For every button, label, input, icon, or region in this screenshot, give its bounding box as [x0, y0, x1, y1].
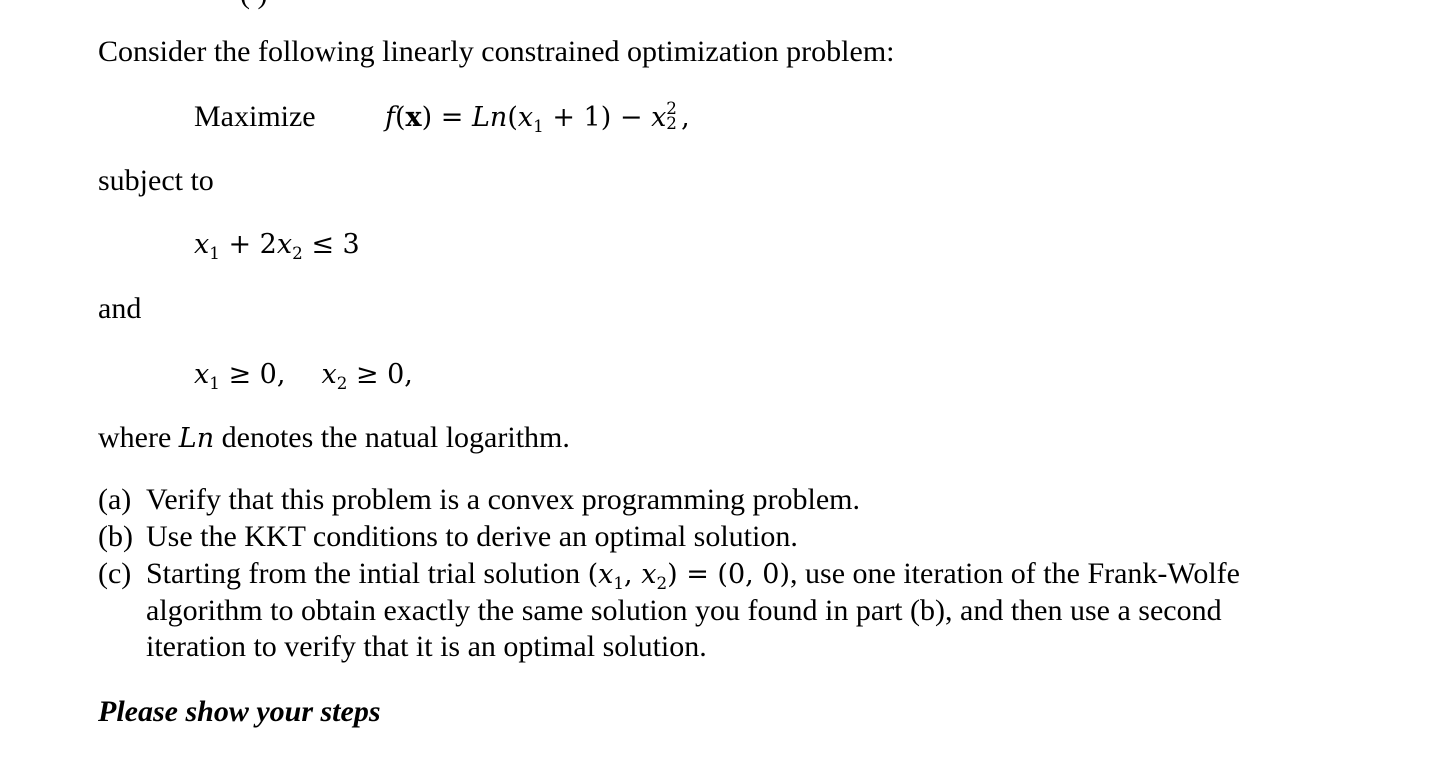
nonneg-rhs2: ≥ 0, [347, 359, 413, 390]
constraint-line: x1 + 2x2 ≤ 3 [194, 227, 360, 263]
paren: ( [587, 559, 599, 590]
x2-var: x [651, 102, 667, 133]
x2-var: x [276, 229, 293, 260]
part-text: Use the KKT conditions to derive an opti… [146, 520, 798, 553]
subject-to-label: subject to [98, 164, 214, 197]
objective-function: f(x) = Ln(x1 + 1) − x22, [385, 98, 690, 136]
x1-var: x [194, 229, 210, 260]
subscript: 1 [613, 572, 625, 593]
subscript: 2 [666, 112, 677, 133]
comma: , [624, 559, 642, 590]
nonnegativity-line: x1 ≥ 0, x2 ≥ 0, [194, 357, 413, 393]
constraint-middle: + 2 [219, 229, 277, 260]
x2-var: x [321, 359, 337, 390]
equals: = [432, 102, 472, 133]
x1-var: x [194, 359, 210, 390]
part-label: (b) [98, 520, 133, 553]
minus: − [611, 102, 652, 133]
sup-sub: 22 [666, 98, 681, 133]
ln-note-before: where [98, 421, 179, 454]
part-b: (b) Use the KKT conditions to derive an … [98, 519, 1326, 555]
subscript: 1 [533, 115, 544, 136]
part-c-math: (x1, x2) = (0, 0) [587, 559, 791, 593]
ln-symbol: Ln [178, 423, 215, 454]
part-text: Starting from the intial trial solution … [146, 556, 1326, 665]
trailing-comma: , [681, 102, 690, 133]
x2-var: x [641, 559, 657, 590]
nonneg-rhs1: ≥ 0, [219, 359, 286, 390]
parts-list: (a) Verify that this problem is a convex… [98, 482, 1326, 665]
intro-text: Consider the following linearly constrai… [98, 35, 895, 68]
part-c-before: Starting from the intial trial solution [146, 557, 588, 590]
paren: ) [421, 102, 433, 133]
f-symbol: f [385, 102, 395, 133]
plus-one: + 1) [543, 102, 612, 133]
x1-var: x [517, 102, 534, 133]
ln-note-after: denotes the natual logarithm. [214, 421, 570, 454]
part-c: (c) Starting from the intial trial solut… [98, 556, 1326, 665]
paren: ( [395, 102, 406, 133]
subscript: 2 [656, 572, 668, 593]
x-vector: x [405, 102, 422, 133]
and-label: and [98, 292, 142, 325]
paren: ( [507, 102, 518, 133]
ln-symbol: Ln [472, 102, 508, 133]
closing-instruction: Please show your steps [98, 695, 381, 728]
part-label: (a) [98, 483, 132, 516]
objective-keyword: Maximize [194, 100, 316, 133]
part-text: Verify that this problem is a convex pro… [146, 483, 861, 516]
constraint-rhs: ≤ 3 [302, 229, 360, 260]
ln-note: where Ln denotes the natual logarithm. [98, 420, 570, 457]
subscript: 1 [209, 242, 220, 263]
x1-var: x [598, 559, 614, 590]
subscript: 1 [209, 372, 220, 393]
cutoff-top-fragment: ( ) [240, 0, 267, 12]
subscript: 2 [292, 242, 303, 263]
subscript: 2 [336, 372, 348, 393]
part-label: (c) [98, 557, 132, 590]
part-a: (a) Verify that this problem is a convex… [98, 482, 1326, 518]
equals-origin: ) = (0, 0) [667, 559, 791, 590]
